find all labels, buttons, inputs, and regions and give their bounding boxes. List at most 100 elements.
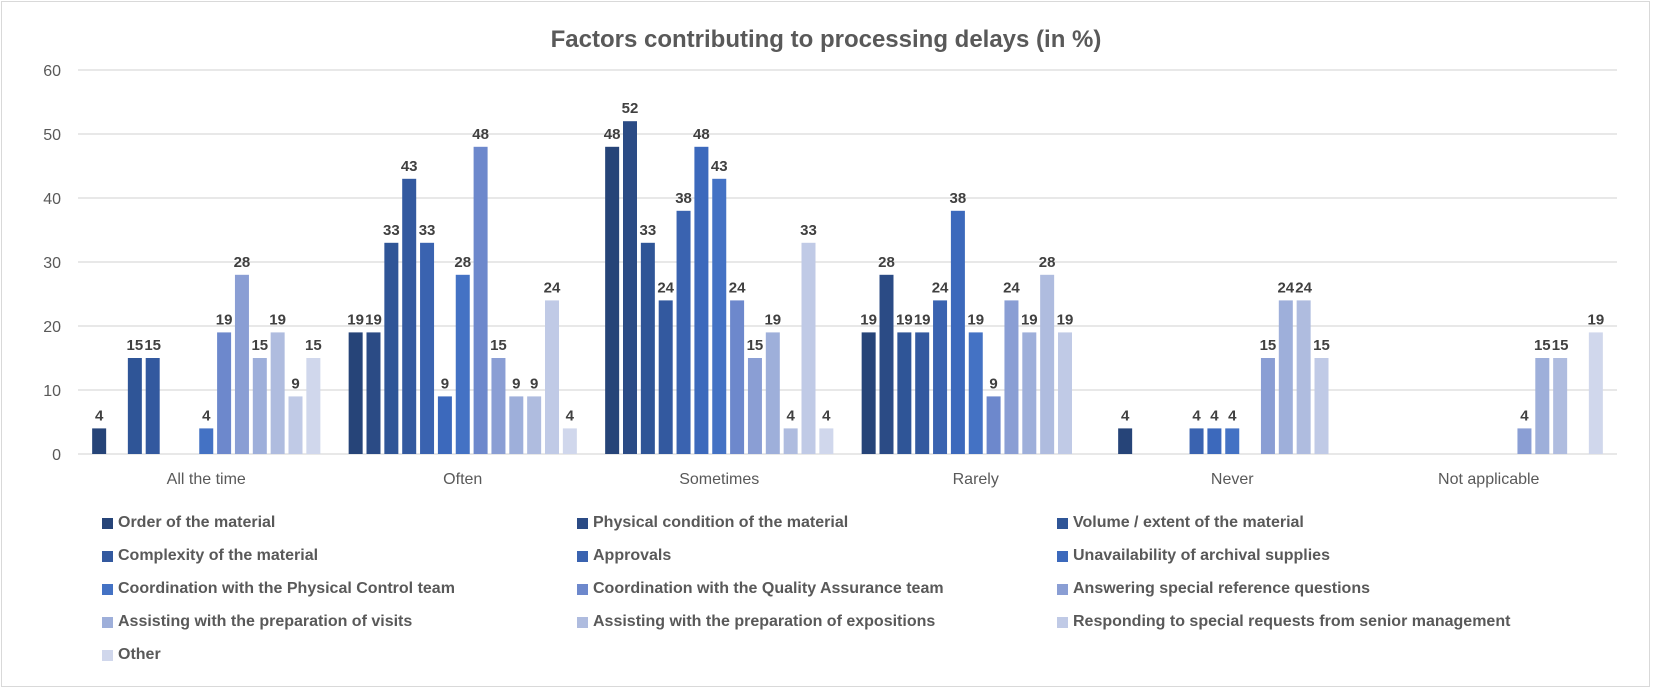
bar bbox=[199, 428, 214, 454]
data-label: 19 bbox=[860, 311, 877, 328]
data-label: 9 bbox=[530, 375, 538, 392]
legend-swatch bbox=[102, 616, 113, 628]
y-tick-label: 60 bbox=[43, 63, 61, 80]
bar bbox=[801, 242, 816, 454]
data-label: 4 bbox=[202, 407, 211, 424]
data-label: 33 bbox=[419, 222, 436, 239]
bar bbox=[986, 396, 1001, 454]
data-label: 4 bbox=[1228, 407, 1237, 424]
bar bbox=[306, 358, 321, 454]
legend-label: Assisting with the preparation of visits bbox=[118, 613, 413, 630]
legend-item: Physical condition of the material bbox=[577, 514, 848, 532]
legend-item: Responding to special requests from seni… bbox=[1057, 613, 1510, 631]
bar bbox=[765, 332, 780, 454]
bar bbox=[366, 332, 381, 454]
bar bbox=[819, 428, 834, 454]
data-label: 19 bbox=[896, 311, 913, 328]
legend-swatch bbox=[1057, 583, 1068, 595]
bar bbox=[1535, 358, 1550, 454]
data-label: 19 bbox=[914, 311, 931, 328]
data-label: 15 bbox=[1552, 337, 1569, 354]
data-label: 15 bbox=[251, 337, 268, 354]
legend-swatch bbox=[102, 550, 113, 562]
data-label: 28 bbox=[454, 254, 471, 271]
legend-label: Other bbox=[118, 646, 161, 663]
x-tick-label: Sometimes bbox=[679, 471, 759, 488]
data-label: 9 bbox=[512, 375, 520, 392]
data-label: 9 bbox=[291, 375, 299, 392]
bar bbox=[509, 396, 524, 454]
y-axis-ticks: 0 10 20 30 40 50 60 bbox=[43, 63, 61, 464]
bar bbox=[915, 332, 930, 454]
data-label: 24 bbox=[1277, 279, 1294, 296]
data-label: 19 bbox=[216, 311, 233, 328]
bar bbox=[1118, 428, 1133, 454]
data-label: 28 bbox=[234, 254, 251, 271]
data-label: 4 bbox=[566, 407, 575, 424]
bar bbox=[1260, 358, 1275, 454]
data-label: 24 bbox=[932, 279, 949, 296]
bar bbox=[623, 121, 637, 454]
legend-item: Complexity of the material bbox=[102, 547, 318, 565]
data-label: 19 bbox=[347, 311, 364, 328]
bar bbox=[968, 332, 983, 454]
legend-swatch bbox=[102, 649, 113, 661]
y-tick-label: 50 bbox=[43, 127, 61, 144]
x-tick-label: Not applicable bbox=[1438, 471, 1540, 488]
data-label: 19 bbox=[967, 311, 984, 328]
y-tick-label: 0 bbox=[52, 447, 61, 464]
data-label: 4 bbox=[1121, 407, 1130, 424]
data-label: 24 bbox=[544, 279, 561, 296]
legend-swatch bbox=[102, 517, 113, 529]
y-tick-label: 10 bbox=[43, 383, 61, 400]
data-label: 24 bbox=[1295, 279, 1312, 296]
bar bbox=[861, 332, 876, 454]
data-label: 9 bbox=[989, 375, 997, 392]
x-tick-label: Rarely bbox=[953, 471, 999, 488]
y-tick-label: 30 bbox=[43, 255, 61, 272]
bar bbox=[1004, 300, 1019, 454]
data-label: 24 bbox=[657, 279, 674, 296]
data-label: 15 bbox=[1313, 337, 1330, 354]
bar bbox=[1517, 428, 1532, 454]
data-label: 15 bbox=[1534, 337, 1551, 354]
legend-swatch bbox=[577, 616, 588, 628]
bar bbox=[897, 332, 912, 454]
data-label: 15 bbox=[490, 337, 507, 354]
x-tick-label: Never bbox=[1211, 471, 1254, 488]
data-label: 48 bbox=[693, 126, 710, 143]
data-label: 43 bbox=[401, 158, 418, 175]
legend-item: Coordination with the Quality Assurance … bbox=[577, 580, 944, 598]
bar bbox=[783, 428, 798, 454]
bar bbox=[605, 146, 620, 455]
y-tick-label: 20 bbox=[43, 319, 61, 336]
bar bbox=[455, 274, 470, 454]
data-label: 28 bbox=[1039, 254, 1056, 271]
bar bbox=[640, 242, 655, 454]
legend-label: Order of the material bbox=[118, 514, 276, 531]
bar bbox=[676, 210, 691, 454]
bars bbox=[92, 121, 1603, 455]
data-label: 15 bbox=[305, 337, 322, 354]
legend-swatch bbox=[577, 550, 588, 562]
data-label: 48 bbox=[472, 126, 489, 143]
bar bbox=[270, 332, 285, 454]
data-label: 33 bbox=[383, 222, 400, 239]
bar bbox=[1058, 332, 1072, 454]
legend-swatch bbox=[1057, 616, 1068, 628]
legend-item: Answering special reference questions bbox=[1057, 580, 1370, 598]
data-label: 4 bbox=[1210, 407, 1219, 424]
bar bbox=[145, 358, 160, 454]
bar bbox=[730, 300, 745, 454]
bar bbox=[562, 428, 577, 454]
bar bbox=[420, 242, 435, 454]
y-tick-label: 40 bbox=[43, 191, 61, 208]
bar bbox=[384, 242, 399, 454]
data-label: 19 bbox=[269, 311, 286, 328]
legend-swatch bbox=[1057, 517, 1068, 529]
legend-swatch bbox=[102, 583, 113, 595]
bar bbox=[933, 300, 948, 454]
x-tick-label: Often bbox=[443, 471, 482, 488]
legend-swatch bbox=[1057, 550, 1068, 562]
legend-item: Other bbox=[102, 646, 161, 664]
